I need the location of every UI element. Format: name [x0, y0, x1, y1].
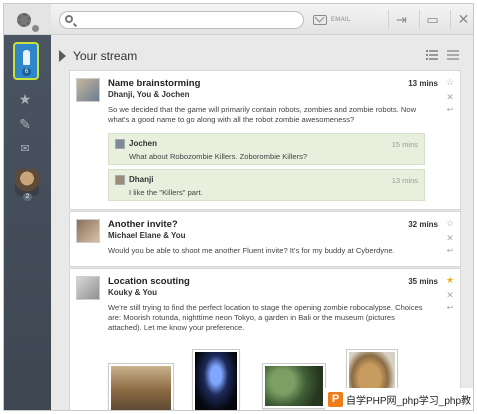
stream-nav-button[interactable]: 6 [13, 42, 39, 80]
list-view-icon[interactable] [426, 50, 438, 60]
post-participants: Michael Elane & You [108, 231, 186, 240]
reply-icon[interactable]: ↩ [445, 303, 455, 313]
reply-item: Dhanji 13 mins I like the "Killers" part… [108, 169, 425, 201]
contact-count-badge: 2 [23, 193, 32, 201]
stream-header: Your stream [51, 35, 473, 63]
post-body: Would you be able to shoot me another Fl… [108, 246, 395, 255]
reply-text: What about Robozombie Killers. Zoborombi… [129, 152, 308, 161]
search-icon [65, 15, 73, 23]
watermark-text: 自学PHP网_php学习_php教 [346, 395, 472, 407]
rail-top [4, 4, 51, 35]
close-icon[interactable]: ✕ [445, 92, 455, 102]
reply-author: Dhanji [129, 175, 154, 184]
reply-item: Jochen 15 mins What about Robozombie Kil… [108, 133, 425, 165]
close-button[interactable]: ✕ [450, 10, 473, 29]
post-time: 35 mins [408, 277, 438, 286]
mail-icon[interactable]: ✉ [17, 142, 33, 156]
email-button[interactable]: EMAIL [313, 12, 351, 28]
reply-icon[interactable]: ↩ [445, 246, 455, 256]
left-rail: 6 ★ ✎ ✉ 2 [4, 4, 51, 410]
caret-icon [59, 50, 66, 62]
avatar [76, 219, 100, 243]
post-time: 32 mins [408, 220, 438, 229]
star-icon[interactable]: ☆ [445, 218, 455, 228]
search-input[interactable] [59, 11, 304, 29]
watermark-logo: P [328, 391, 343, 407]
gear-icon[interactable] [17, 13, 31, 27]
attachment-thumbnail[interactable] [192, 349, 240, 410]
avatar [76, 276, 100, 300]
export-button[interactable]: ⇥ [388, 10, 414, 29]
reply-time: 13 mins [391, 176, 418, 185]
stream-post[interactable]: Another invite? Michael Elane & You 32 m… [69, 211, 461, 267]
paperclip-icon[interactable]: ✎ [17, 117, 33, 131]
attachment-thumbnail[interactable] [108, 363, 174, 410]
folder-button[interactable]: ▭ [419, 10, 445, 29]
star-icon[interactable]: ★ [445, 275, 455, 285]
star-icon[interactable]: ★ [17, 92, 33, 106]
post-title[interactable]: Name brainstorming [108, 78, 200, 89]
app-window: 6 ★ ✎ ✉ 2 EMAIL ⇥ ▭ ✕ Your stream Name b… [3, 3, 474, 411]
close-icon[interactable]: ✕ [445, 233, 455, 243]
watermark: P 自学PHP网_php学习_php教 [325, 388, 473, 410]
post-title[interactable]: Location scouting [108, 276, 190, 287]
avatar [76, 78, 100, 102]
top-toolbar: EMAIL ⇥ ▭ ✕ [51, 4, 473, 35]
avatar [115, 175, 125, 185]
post-body: We're still trying to find the perfect l… [108, 303, 423, 332]
person-icon [23, 50, 30, 65]
email-label: EMAIL [331, 17, 351, 23]
contact-avatar[interactable]: 2 [15, 169, 39, 201]
stream-count-badge: 6 [22, 68, 31, 76]
post-time: 13 mins [408, 79, 438, 88]
page-title: Your stream [73, 49, 138, 63]
post-body: So we decided that the game will primari… [108, 105, 417, 124]
reply-icon[interactable]: ↩ [445, 105, 455, 115]
attachment-thumbnail[interactable] [262, 363, 326, 409]
avatar [115, 139, 125, 149]
reply-author: Jochen [129, 139, 158, 148]
gear-small-icon [32, 25, 39, 32]
stream-list: Name brainstorming Dhanji, You & Jochen … [69, 70, 461, 410]
post-title[interactable]: Another invite? [108, 219, 178, 230]
compact-view-icon[interactable] [447, 50, 459, 60]
main-content: Your stream Name brainstorming Dhanji, Y… [51, 35, 473, 410]
export-icon: ⇥ [396, 11, 407, 27]
reply-time: 15 mins [391, 140, 418, 149]
envelope-icon [313, 15, 327, 25]
star-icon[interactable]: ☆ [445, 77, 455, 87]
close-icon[interactable]: ✕ [445, 290, 455, 300]
close-icon: ✕ [457, 11, 470, 27]
folder-icon: ▭ [426, 11, 439, 27]
reply-text: I like the "Killers" part. [129, 188, 203, 197]
stream-post[interactable]: Name brainstorming Dhanji, You & Jochen … [69, 70, 461, 210]
post-participants: Dhanji, You & Jochen [108, 90, 190, 99]
post-participants: Kouky & You [108, 288, 158, 297]
